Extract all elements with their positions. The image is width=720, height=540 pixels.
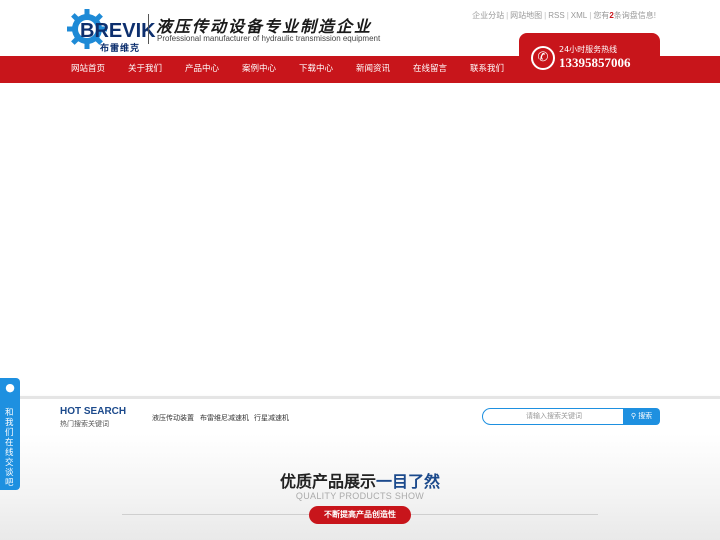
inquiry-notice-prefix[interactable]: 您有 bbox=[593, 11, 609, 20]
hotline-box: ✆ 24小时服务热线 13395857006 bbox=[519, 33, 660, 83]
phone-icon: ✆ bbox=[531, 46, 555, 70]
nav-item-home[interactable]: 网站首页 bbox=[60, 56, 116, 83]
toplink-sitemap[interactable]: 网站地图 bbox=[510, 11, 542, 20]
search-button[interactable]: ⚲ 搜索 bbox=[623, 408, 660, 425]
hot-search-title: HOT SEARCH bbox=[60, 406, 127, 417]
nav-item-downloads[interactable]: 下载中心 bbox=[288, 56, 344, 83]
logo-divider bbox=[148, 14, 149, 44]
nav-item-products[interactable]: 产品中心 bbox=[174, 56, 230, 83]
products-section-title: 优质产品展示一目了然 bbox=[0, 468, 720, 492]
products-title-prefix: 优质产品展示 bbox=[279, 472, 376, 491]
separator: | bbox=[506, 11, 509, 20]
toplink-xml[interactable]: XML bbox=[571, 11, 587, 20]
nav-item-contact[interactable]: 联系我们 bbox=[459, 56, 515, 83]
logo-wordmark: BREVIK bbox=[80, 20, 156, 42]
hot-keyword-link[interactable]: 行星减速机 bbox=[254, 413, 289, 423]
slogan-en: Professional manufacturer of hydraulic t… bbox=[157, 34, 381, 43]
hot-keyword-link[interactable]: 布雷维尼减速机 bbox=[200, 413, 249, 423]
hot-search-subtitle: 热门搜索关键词 bbox=[60, 420, 109, 428]
products-section-subtitle: QUALITY PRODUCTS SHOW bbox=[295, 491, 425, 501]
logo-cn-name: 布雷维克 bbox=[100, 44, 141, 54]
hot-keyword-link[interactable]: 液压传动装置 bbox=[152, 413, 194, 423]
online-chat-label: 和我们在线交谈吧 bbox=[5, 408, 14, 488]
separator: | bbox=[544, 11, 547, 20]
products-tag: 不断提高产品创造性 bbox=[309, 506, 411, 524]
hotline-label: 24小时服务热线 bbox=[559, 45, 618, 54]
top-links: 企业分站 | 网站地图 | RSS | XML | 您有2条询盘信息! bbox=[472, 10, 656, 21]
separator: | bbox=[566, 11, 569, 20]
inquiry-notice-suffix[interactable]: 条询盘信息! bbox=[614, 11, 656, 20]
toplink-rss[interactable]: RSS bbox=[548, 11, 564, 20]
search-input[interactable]: 请输入搜索关键词 bbox=[482, 408, 626, 425]
hotline-number: 13395857006 bbox=[559, 55, 631, 70]
hero-banner bbox=[0, 83, 720, 396]
chat-icon: ● bbox=[5, 381, 15, 394]
separator: | bbox=[589, 11, 592, 20]
search-button-label: 搜索 bbox=[638, 412, 653, 420]
search-icon: ⚲ bbox=[630, 412, 636, 420]
nav-item-news[interactable]: 新闻资讯 bbox=[345, 56, 401, 83]
brand-logo[interactable]: BREVIK 布雷维克 bbox=[66, 8, 156, 54]
hot-search-bar: HOT SEARCH 热门搜索关键词 液压传动装置 布雷维尼减速机 行星减速机 … bbox=[0, 396, 720, 434]
nav-item-message[interactable]: 在线留言 bbox=[402, 56, 458, 83]
online-chat-float[interactable]: ● 和我们在线交谈吧 bbox=[0, 378, 20, 490]
nav-item-about[interactable]: 关于我们 bbox=[117, 56, 173, 83]
toplink-branch[interactable]: 企业分站 bbox=[472, 11, 504, 20]
nav-item-cases[interactable]: 案例中心 bbox=[231, 56, 287, 83]
products-title-highlight: 一目了然 bbox=[376, 472, 441, 491]
